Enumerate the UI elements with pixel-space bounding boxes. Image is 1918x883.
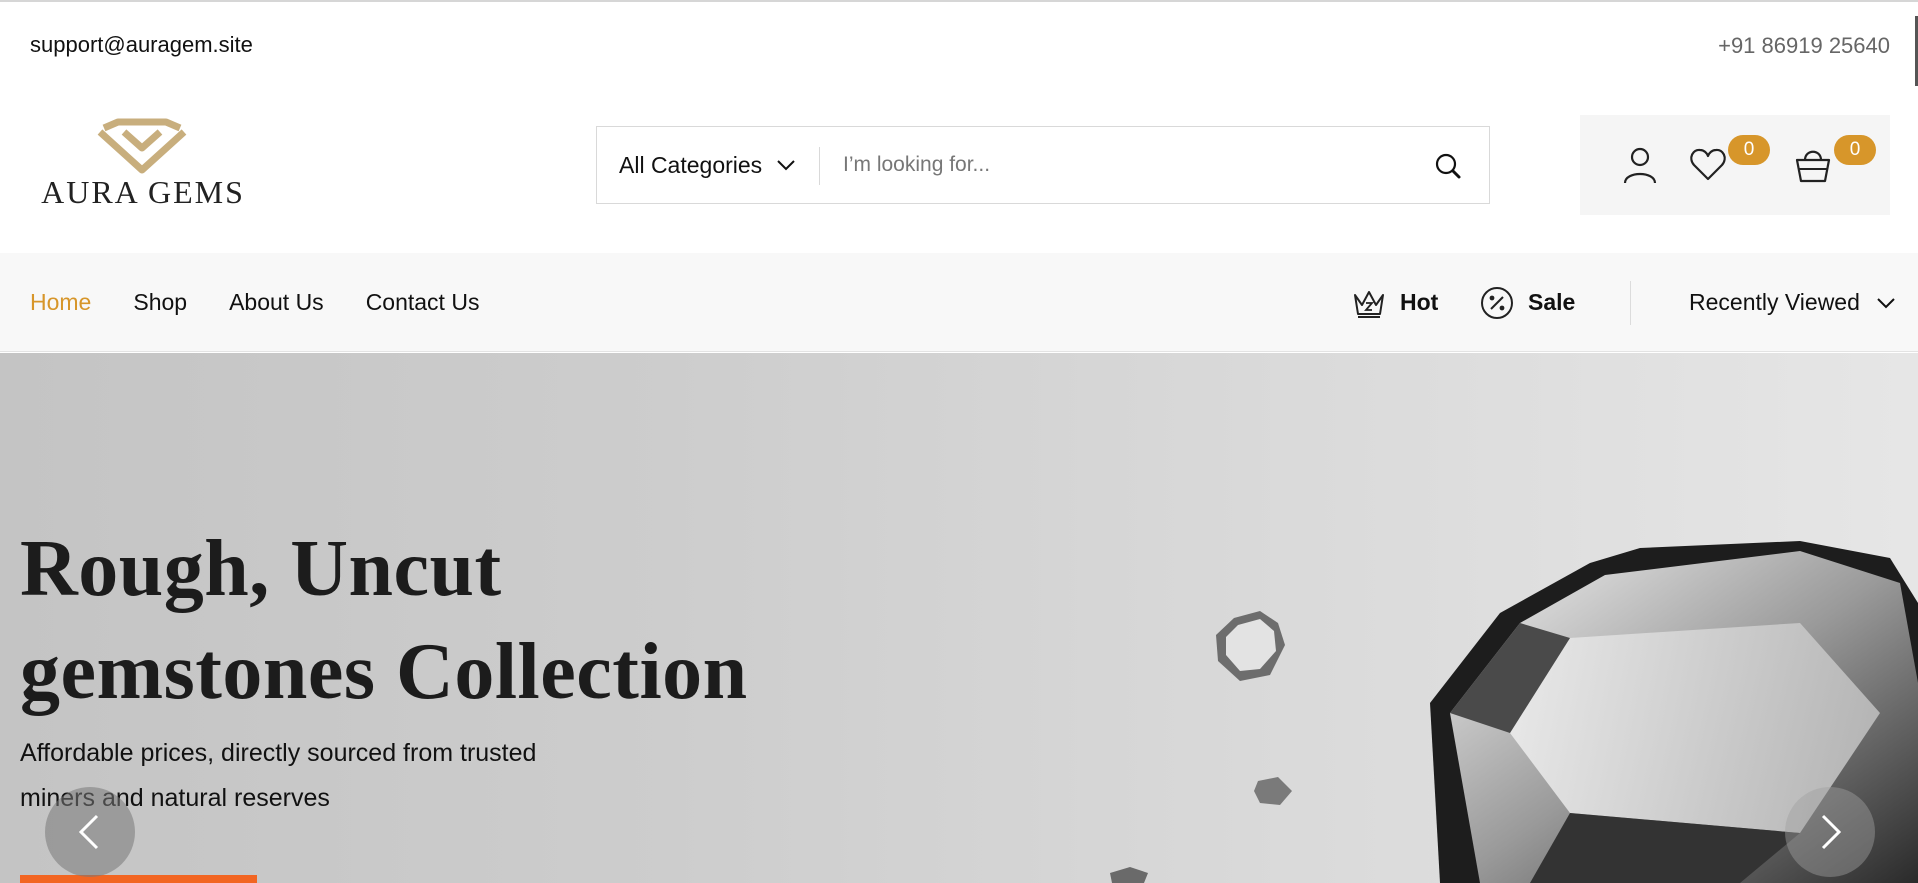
discount-icon [1481, 286, 1513, 319]
recently-viewed-dropdown[interactable]: Recently Viewed [1689, 253, 1896, 352]
site-header: AURA GEMS All Categories 0 0 [0, 88, 1918, 253]
heart-icon[interactable] [1688, 145, 1728, 185]
support-phone[interactable]: +91 86919 25640 [1718, 33, 1890, 59]
hero-slider: Rough, Uncut gemstones Collection Afford… [0, 353, 1918, 883]
category-dropdown[interactable]: All Categories [619, 127, 796, 203]
top-info-bar: support@auragem.site +91 86919 25640 [0, 2, 1918, 88]
chevron-down-icon [777, 160, 795, 171]
search-input[interactable] [843, 143, 1403, 187]
sale-label: Sale [1528, 289, 1576, 315]
user-icon[interactable] [1620, 145, 1660, 185]
header-actions: 0 0 [1580, 115, 1890, 215]
slider-next-button[interactable] [1785, 787, 1875, 877]
hot-link[interactable]: Hot [1352, 253, 1438, 352]
hero-cta-button[interactable] [20, 875, 257, 883]
nav-link-shop[interactable]: Shop [133, 289, 187, 316]
chevron-right-icon [1821, 814, 1842, 850]
crown-icon [1354, 290, 1384, 318]
nav-link-home[interactable]: Home [30, 289, 91, 316]
diamond-logo-icon [97, 118, 187, 174]
hero-subtitle-line-1: Affordable prices, directly sourced from… [20, 739, 537, 767]
logo-wordmark: AURA GEMS [41, 174, 245, 210]
main-navigation: Home Shop About Us Contact Us Hot Sale R… [0, 253, 1918, 352]
nav-separator [1630, 281, 1631, 325]
recently-viewed-label: Recently Viewed [1689, 289, 1860, 315]
hero-title-line-2: gemstones Collection [20, 628, 748, 716]
nav-link-contact-us[interactable]: Contact Us [366, 289, 480, 316]
hero-title-line-1: Rough, Uncut [20, 525, 502, 613]
chevron-left-icon [78, 814, 99, 850]
search-divider [819, 147, 820, 185]
site-logo[interactable]: AURA GEMS [38, 118, 248, 210]
chevron-down-icon [1877, 297, 1895, 308]
search-bar: All Categories [596, 126, 1490, 204]
wishlist-count-badge: 0 [1728, 135, 1770, 165]
basket-icon[interactable] [1793, 145, 1833, 185]
slider-prev-button[interactable] [45, 787, 135, 877]
hot-label: Hot [1400, 289, 1439, 315]
nav-links: Home Shop About Us Contact Us [30, 253, 479, 352]
nav-link-about-us[interactable]: About Us [229, 289, 324, 316]
search-icon[interactable] [1433, 151, 1463, 181]
category-label: All Categories [619, 151, 763, 178]
support-email[interactable]: support@auragem.site [30, 32, 253, 58]
cart-count-badge: 0 [1834, 135, 1876, 165]
sale-link[interactable]: Sale [1480, 253, 1575, 352]
hero-title: Rough, Uncut gemstones Collection [20, 518, 920, 724]
